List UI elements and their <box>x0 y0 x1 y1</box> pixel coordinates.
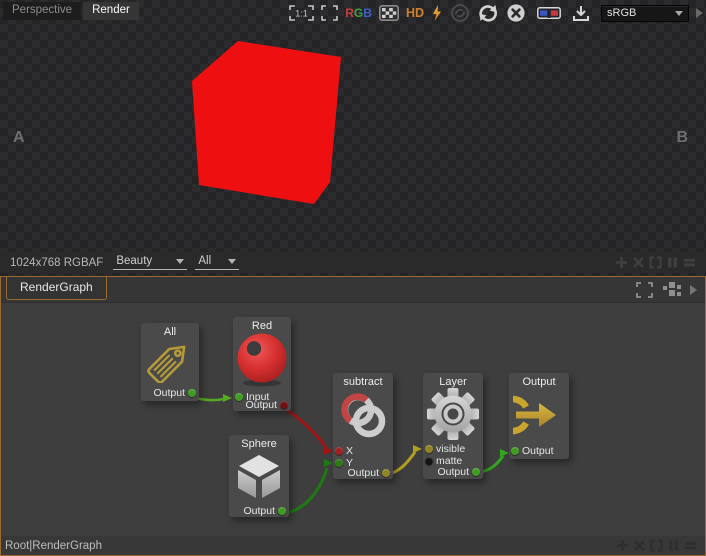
port-dot[interactable] <box>511 447 519 455</box>
pane-split-vertical-icon[interactable] <box>666 256 679 269</box>
node-layer[interactable]: Layer visible matte <box>423 373 483 479</box>
cube-geometry-icon <box>233 451 285 501</box>
wire-arrow-icon <box>324 459 333 467</box>
port-dot[interactable] <box>335 459 343 467</box>
port-dot[interactable] <box>425 457 433 465</box>
port-visible[interactable]: visible <box>425 444 465 454</box>
node-title: Output <box>509 373 569 388</box>
pane-controls <box>615 256 696 269</box>
port-dot[interactable] <box>278 507 286 515</box>
port-dot[interactable] <box>472 468 480 476</box>
wire-arrow-icon <box>324 446 333 455</box>
boolean-subtract-icon <box>337 389 389 441</box>
wire-red-to-subtract-x[interactable] <box>285 409 326 448</box>
port-x[interactable]: X <box>335 446 353 456</box>
node-sphere[interactable]: Sphere Output <box>229 435 289 517</box>
node-title: All <box>141 323 199 338</box>
port-output[interactable]: Output <box>347 468 390 478</box>
port-output[interactable]: Output <box>243 506 286 516</box>
node-title: Layer <box>423 373 483 388</box>
port-output[interactable]: Output <box>153 388 196 398</box>
port-matte[interactable]: matte <box>425 456 462 466</box>
wire-arrow-icon <box>223 394 232 402</box>
output-arrow-icon <box>513 390 565 442</box>
pane-add-icon[interactable] <box>615 256 628 269</box>
pane-close-icon[interactable] <box>632 256 645 269</box>
port-dot[interactable] <box>188 389 196 397</box>
port-dot[interactable] <box>425 445 433 453</box>
wire-arrow-icon <box>413 445 422 453</box>
port-dot[interactable] <box>280 401 288 409</box>
pane-split-horizontal-icon[interactable] <box>683 256 696 269</box>
viewport-status-bar: 1024x768 RGBAF Beauty All <box>0 252 706 273</box>
render-pass-dropdown[interactable]: Beauty <box>113 255 187 270</box>
node-all[interactable]: All Output <box>141 323 199 401</box>
wire-arrow-icon <box>500 449 509 457</box>
port-output[interactable]: Output <box>437 467 480 477</box>
chevron-down-icon <box>176 259 184 264</box>
channels-dropdown[interactable]: All <box>195 255 239 270</box>
chevron-down-icon <box>228 259 236 264</box>
port-dot[interactable] <box>235 393 243 401</box>
tag-icon <box>147 337 193 383</box>
node-title: Red <box>233 317 291 332</box>
wire-sphere-to-subtract-y[interactable] <box>285 468 327 513</box>
gear-icon <box>425 387 481 443</box>
rendergraph-panel[interactable]: RenderGraph All <box>0 276 706 556</box>
rendered-red-cube <box>0 0 706 276</box>
node-title: Sphere <box>229 435 289 450</box>
red-shader-ball-icon <box>235 331 289 387</box>
node-title: subtract <box>333 373 393 388</box>
node-red[interactable]: Red Input Output <box>233 317 291 411</box>
port-output[interactable]: Output <box>245 400 288 410</box>
pane-maximize-icon[interactable] <box>649 256 662 269</box>
port-input[interactable]: Output <box>511 446 554 456</box>
port-dot[interactable] <box>335 447 343 455</box>
node-output[interactable]: Output Output <box>509 373 569 459</box>
port-dot[interactable] <box>382 469 390 477</box>
render-viewport[interactable]: Perspective Render 1:1 RGB HD <box>0 0 706 276</box>
resolution-label: 1024x768 RGBAF <box>10 257 103 269</box>
node-subtract[interactable]: subtract X Y Output <box>333 373 393 479</box>
